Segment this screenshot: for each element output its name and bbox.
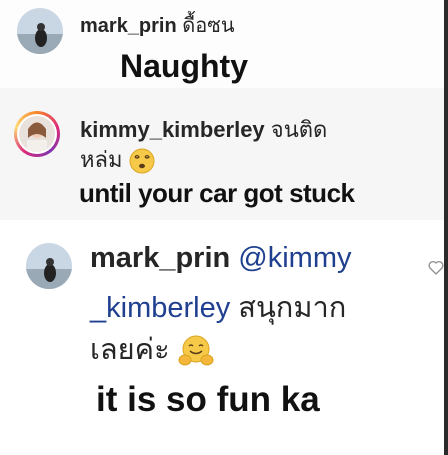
comment-panel-1: mark_prin ดื้อซน Naughty <box>0 0 448 89</box>
comment-text: จนติด <box>270 117 328 142</box>
mark-prin-avatar[interactable] <box>26 243 72 289</box>
heart-outline-icon[interactable] <box>428 260 444 280</box>
comment-text-continued: หล่ม <box>80 147 123 172</box>
comment-username[interactable]: kimmy_kimberley <box>80 117 265 142</box>
dizzy-face-emoji-icon <box>129 148 155 174</box>
comment-text: สนุกมาก <box>238 292 347 324</box>
kimmy-kimberley-avatar[interactable] <box>19 116 55 152</box>
kimmy-avatar-story-ring[interactable] <box>14 111 60 157</box>
comment-username[interactable]: mark_prin <box>90 242 230 274</box>
beach-photo-avatar-icon <box>17 8 63 54</box>
portrait-avatar-icon <box>19 116 55 152</box>
translation-caption: Naughty <box>120 48 248 84</box>
comment-text: ดื้อซน <box>182 15 235 37</box>
mention-link[interactable]: @kimmy <box>238 242 351 274</box>
translation-caption: until your car got stuck <box>79 178 355 208</box>
comment-text-continued: เลยค่ะ <box>90 334 170 366</box>
translation-caption: it is so fun ka <box>96 380 320 419</box>
comment-username[interactable]: mark_prin <box>80 15 177 37</box>
beach-photo-avatar-icon <box>26 243 72 289</box>
mention-link-continued[interactable]: _kimberley <box>90 292 230 324</box>
comment-panel-3: mark_prin @kimmy _kimberley สนุกมาก เลยค… <box>0 220 448 455</box>
hugging-face-emoji-icon <box>178 334 214 368</box>
comment-panel-2: kimmy_kimberley จนติด หล่ม until your ca… <box>0 88 448 221</box>
mark-prin-avatar[interactable] <box>17 8 63 54</box>
screen-edge-divider <box>444 0 448 455</box>
